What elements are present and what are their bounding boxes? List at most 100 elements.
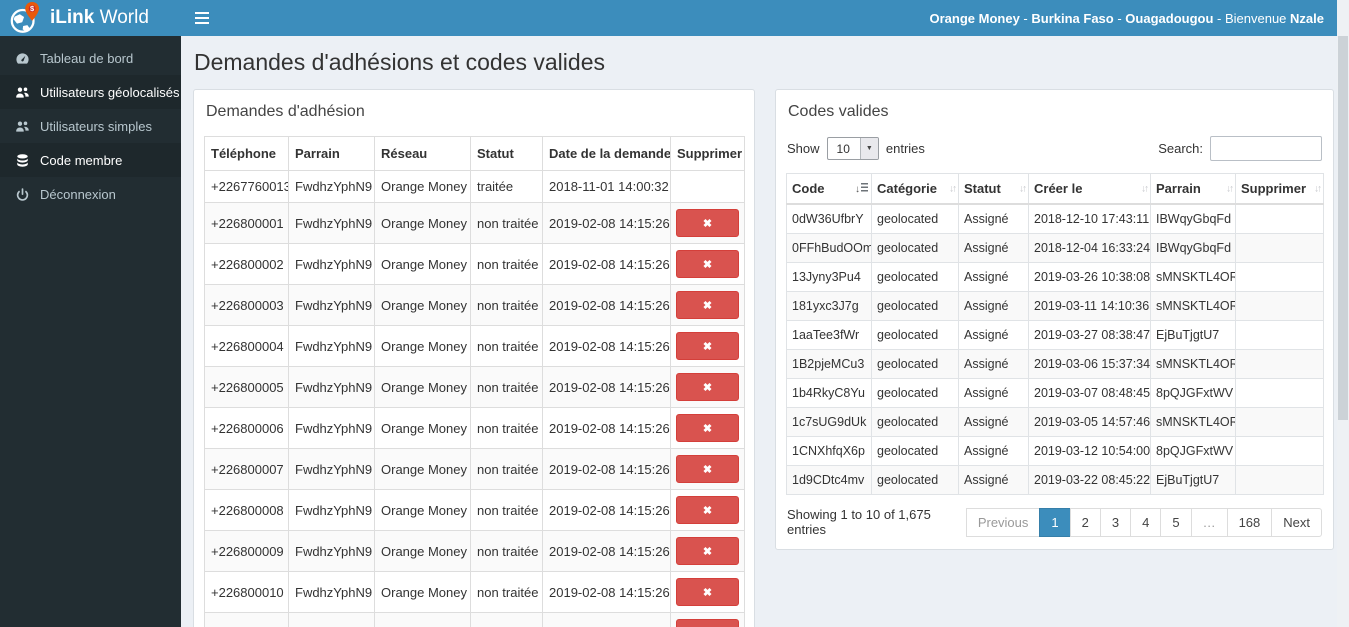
cell-parrain: 8pQJGFxtWV — [1150, 436, 1236, 466]
sort-icon: ↓↑ — [1019, 183, 1027, 194]
cell-parrain: FwdhzYphN9 — [288, 243, 375, 285]
sidebar-toggle-button[interactable] — [181, 0, 223, 36]
sidebar-item[interactable]: Code membre — [0, 143, 181, 177]
codes-table-row: 13Jyny3Pu4 geolocated Assigné 2019-03-26… — [786, 262, 1324, 292]
demandes-table-row: +226800007 FwdhzYphN9 Orange Money non t… — [204, 448, 745, 490]
entries-select[interactable]: 10 ▼ — [826, 137, 879, 160]
cell-date-demande: 2019-02-12 19:10:32 — [542, 612, 671, 627]
cell-parrain: FwdhzYphN9 — [288, 170, 375, 203]
cell-parrain: IBWqyGbqFd — [1150, 203, 1236, 234]
cell-reseau: Orange Money — [374, 489, 471, 531]
delete-request-button[interactable]: ✖ — [676, 578, 739, 606]
sidebar-item[interactable]: Tableau de bord — [0, 41, 181, 75]
pagination-button[interactable]: 3 — [1099, 507, 1132, 537]
demandes-column-header: Réseau — [374, 136, 471, 171]
vertical-scrollbar — [1337, 0, 1349, 627]
delete-request-button[interactable]: ✖ — [676, 291, 739, 319]
cell-date-demande: 2019-02-08 14:15:26 — [542, 448, 671, 490]
brand-title: iLink World — [50, 7, 149, 28]
delete-request-button[interactable]: ✖ — [676, 332, 739, 360]
pagination: Previous 1 2 3 4 5… 168 Next — [965, 507, 1322, 537]
hamburger-icon — [195, 17, 209, 19]
delete-x-icon: ✖ — [702, 218, 713, 230]
cell-supprimer: ✖ — [670, 612, 745, 627]
delete-request-button[interactable]: ✖ — [676, 455, 739, 483]
cell-statut: Assigné — [958, 320, 1029, 350]
demandes-table-row: +226800002 FwdhzYphN9 Orange Money non t… — [204, 243, 745, 285]
delete-x-icon: ✖ — [702, 423, 713, 435]
cell-supprimer — [1235, 233, 1324, 263]
delete-request-button[interactable]: ✖ — [676, 619, 739, 627]
brand-logo[interactable]: $ iLink World — [0, 0, 181, 36]
codes-column-header[interactable]: Supprimer ↓↑ — [1235, 173, 1324, 205]
cell-telephone: +226800002 — [204, 243, 289, 285]
demandes-table-row: +22677600139 FwdhzYphN9 Orange Money tra… — [204, 170, 745, 203]
cell-parrain: FwdhzYphN9 — [288, 448, 375, 490]
datatable-controls: Show 10 ▼ entries Search: — [787, 136, 1322, 161]
delete-request-button[interactable]: ✖ — [676, 537, 739, 565]
cell-statut: non traitée — [470, 530, 543, 572]
cell-date-demande: 2019-02-08 14:15:26 — [542, 489, 671, 531]
delete-request-button[interactable]: ✖ — [676, 250, 739, 278]
codes-column-header[interactable]: Catégorie ↓↑ — [871, 173, 959, 205]
codes-table-row: 1d9CDtc4mv geolocated Assigné 2019-03-22… — [786, 465, 1324, 495]
search-input[interactable] — [1210, 136, 1322, 161]
pagination-button[interactable]: 1 — [1039, 507, 1071, 537]
cell-code: 1c7sUG9dUk — [786, 407, 872, 437]
cell-statut: Assigné — [958, 233, 1029, 263]
cell-telephone: +226800001 — [204, 202, 289, 244]
sidebar-item[interactable]: Déconnexion — [0, 177, 181, 211]
cell-reseau: Orange Money — [374, 325, 471, 367]
cell-telephone: +226800330 — [204, 612, 289, 627]
cell-categorie: geolocated — [871, 407, 959, 437]
navbar-info-segment: Bienvenue — [1224, 10, 1291, 26]
delete-x-icon: ✖ — [702, 300, 713, 312]
sidebar-item-label: Déconnexion — [40, 186, 116, 202]
codes-column-header[interactable]: Statut ↓↑ — [958, 173, 1029, 205]
sidebar: Tableau de bord Utilisateurs géolocalisé… — [0, 36, 181, 627]
delete-x-icon: ✖ — [702, 464, 713, 476]
pagination-button[interactable]: … — [1190, 507, 1228, 537]
pagination-button[interactable]: 4 — [1130, 507, 1162, 537]
cell-code: 1d9CDtc4mv — [786, 465, 872, 495]
cell-categorie: geolocated — [871, 320, 959, 350]
codes-column-header[interactable]: Créer le ↓↑ — [1028, 173, 1151, 205]
cell-reseau: Orange Money — [374, 612, 471, 627]
sort-icon: ↓↑ — [1226, 183, 1234, 194]
delete-request-button[interactable]: ✖ — [676, 496, 739, 524]
cell-supprimer: ✖ — [670, 448, 745, 490]
delete-x-icon: ✖ — [702, 587, 713, 599]
codes-column-header[interactable]: Code ↓↑ — [786, 173, 872, 205]
cell-telephone: +226800004 — [204, 325, 289, 367]
cell-parrain: sMNSKTL4OR — [1150, 262, 1236, 292]
cell-categorie: geolocated — [871, 233, 959, 263]
cell-supprimer: ✖ — [670, 243, 745, 285]
cell-code: 1CNXhfqX6p — [786, 436, 872, 466]
cell-supprimer — [1235, 203, 1324, 234]
scrollbar-thumb[interactable] — [1338, 36, 1348, 420]
demandes-panel: Demandes d'adhésion Téléphone Parrain Rése… — [193, 89, 755, 627]
pagination-button[interactable]: 2 — [1069, 507, 1101, 537]
delete-x-icon: ✖ — [702, 505, 713, 517]
pagination-button[interactable]: 5 — [1160, 507, 1192, 537]
cell-supprimer — [1235, 378, 1324, 408]
cell-date-demande: 2019-02-08 14:15:26 — [542, 243, 671, 285]
demandes-table-row: +226800330 FwdhzYphN9 Orange Money non t… — [204, 612, 745, 627]
delete-request-button[interactable]: ✖ — [676, 373, 739, 401]
cell-parrain: sMNSKTL4OR — [1150, 349, 1236, 379]
cell-reseau: Orange Money — [374, 170, 471, 203]
cell-code: 1B2pjeMCu3 — [786, 349, 872, 379]
pagination-button[interactable]: Previous — [965, 507, 1041, 537]
codes-column-header[interactable]: Parrain ↓↑ — [1150, 173, 1236, 205]
dashboard-icon — [15, 50, 31, 66]
cell-statut: non traitée — [470, 325, 543, 367]
delete-request-button[interactable]: ✖ — [676, 414, 739, 442]
delete-request-button[interactable]: ✖ — [676, 209, 739, 237]
sidebar-item[interactable]: Utilisateurs simples — [0, 109, 181, 143]
pagination-button[interactable]: 168 — [1226, 507, 1273, 537]
cell-cree-le: 2019-03-22 08:45:22 — [1028, 465, 1151, 495]
sidebar-item[interactable]: Utilisateurs géolocalisés — [0, 75, 181, 109]
demandes-column-header: Date de la demande — [542, 136, 671, 171]
sort-icon: ↓↑ — [1314, 183, 1322, 194]
pagination-button[interactable]: Next — [1271, 507, 1322, 537]
